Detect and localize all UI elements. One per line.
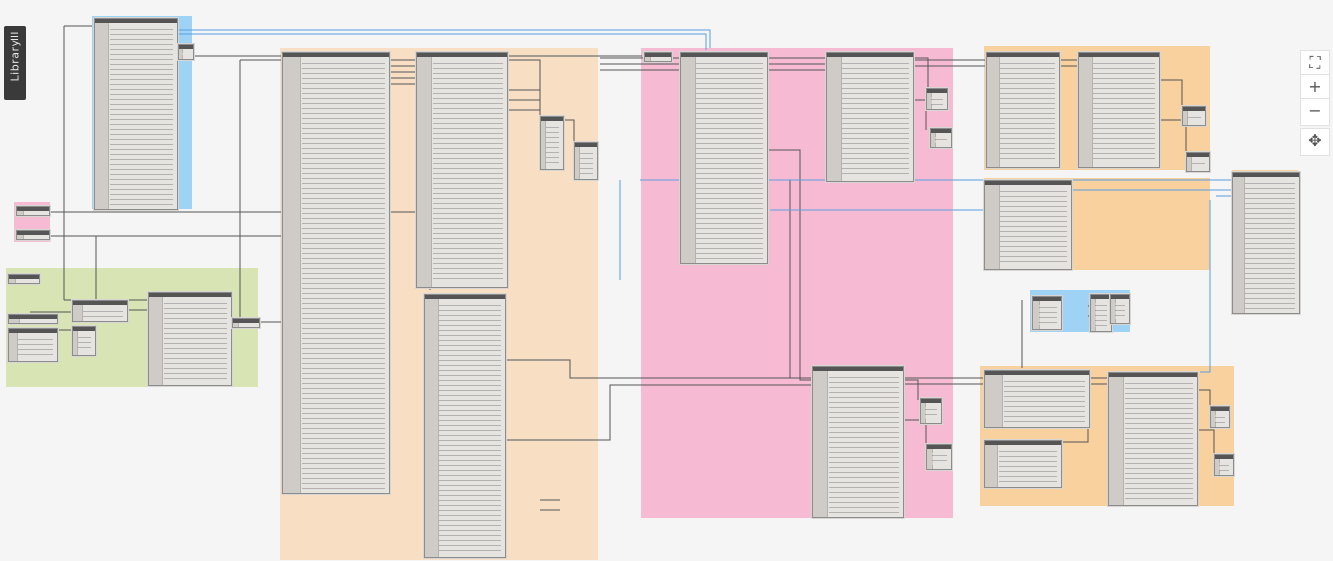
code-block-node[interactable] <box>1108 372 1198 506</box>
wire <box>911 59 986 67</box>
function-node[interactable] <box>926 88 948 110</box>
wire <box>126 299 150 311</box>
wire <box>72 236 97 311</box>
wire <box>505 384 812 441</box>
wire <box>505 59 541 120</box>
wire <box>232 59 282 321</box>
code-block-node[interactable] <box>984 440 1062 488</box>
wire <box>63 25 92 301</box>
zoom-out-button[interactable]: − <box>1300 98 1330 126</box>
watch-node[interactable] <box>930 128 952 148</box>
watch-node[interactable] <box>1110 294 1130 324</box>
graph-canvas[interactable]: ☰ Library ⛶ + − ✥ <box>0 0 1333 561</box>
function-node[interactable] <box>1090 294 1112 332</box>
input-node[interactable] <box>644 52 672 62</box>
library-tab[interactable]: ☰ Library <box>4 26 26 100</box>
watch-node[interactable] <box>926 444 952 470</box>
pan-button[interactable]: ✥ <box>1300 128 1330 156</box>
code-block-node[interactable] <box>282 52 390 494</box>
code-block-node[interactable] <box>94 18 178 210</box>
wire <box>388 59 416 85</box>
function-node[interactable] <box>920 398 942 424</box>
code-block-node[interactable] <box>424 294 506 558</box>
wire <box>178 33 707 50</box>
function-node[interactable] <box>540 116 564 170</box>
wire <box>1088 377 1108 385</box>
zoom-in-icon: + <box>1308 77 1322 96</box>
input-node[interactable] <box>8 274 40 284</box>
watch-node[interactable] <box>1186 152 1210 172</box>
pan-icon: ✥ <box>1308 131 1322 150</box>
input-node[interactable] <box>16 230 50 240</box>
wire <box>505 359 812 379</box>
function-node[interactable] <box>1210 406 1230 428</box>
library-tab-label: Library <box>8 39 22 82</box>
code-block-node[interactable] <box>416 52 508 288</box>
code-block-node[interactable] <box>986 52 1060 168</box>
code-block-node[interactable] <box>8 328 58 362</box>
function-node[interactable] <box>1032 296 1062 330</box>
zoom-to-fit-icon: ⛶ <box>1309 53 1321 72</box>
wire <box>1158 79 1183 108</box>
wire <box>766 57 828 71</box>
code-block-node[interactable] <box>826 52 914 182</box>
input-node[interactable] <box>8 314 58 324</box>
watch-node[interactable] <box>574 142 598 180</box>
zoom-out-icon: − <box>1308 101 1322 120</box>
code-block-node[interactable] <box>812 366 904 518</box>
input-node[interactable] <box>16 206 50 216</box>
function-node[interactable] <box>72 300 128 322</box>
wire <box>1196 429 1215 456</box>
code-block-node[interactable] <box>148 292 232 386</box>
watch-node[interactable] <box>178 44 194 60</box>
code-block-node[interactable] <box>1078 52 1160 168</box>
wire <box>1196 389 1211 410</box>
watch-node[interactable] <box>232 318 260 328</box>
wire <box>178 29 711 48</box>
function-node[interactable] <box>72 326 96 356</box>
wire <box>540 499 560 511</box>
code-block-node[interactable] <box>680 52 768 264</box>
wire <box>901 377 984 385</box>
wire <box>766 149 812 381</box>
wire <box>1200 200 1211 373</box>
code-block-node[interactable] <box>1232 172 1300 314</box>
code-block-node[interactable] <box>984 370 1090 428</box>
canvas-navigation: ⛶ + − ✥ <box>1300 50 1330 156</box>
code-block-node[interactable] <box>984 180 1072 270</box>
watch-node[interactable] <box>1214 454 1234 476</box>
function-node[interactable] <box>1182 106 1206 126</box>
wire <box>1058 59 1078 67</box>
